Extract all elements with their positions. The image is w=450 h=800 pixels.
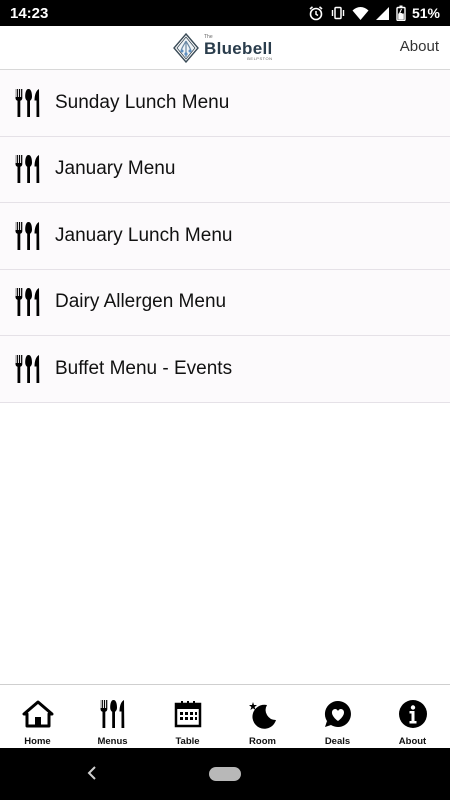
nav-label: About xyxy=(398,736,427,747)
menu-item-label: Dairy Allergen Menu xyxy=(55,291,227,313)
cutlery-icon xyxy=(15,288,40,317)
menu-item-label: January Lunch Menu xyxy=(55,224,233,246)
back-icon[interactable] xyxy=(84,764,102,782)
battery-icon xyxy=(396,5,406,21)
about-link[interactable]: About xyxy=(400,38,439,55)
vibrate-icon xyxy=(330,5,346,21)
cutlery-icon xyxy=(15,155,40,184)
nav-room[interactable]: Room xyxy=(225,685,300,748)
nav-label: Home xyxy=(24,736,51,747)
nav-menus[interactable]: Menus xyxy=(75,685,150,748)
heart-icon xyxy=(322,699,354,729)
nav-deals[interactable]: Deals xyxy=(300,685,375,748)
menu-list: Sunday Lunch Menu January Menu January L… xyxy=(0,70,450,403)
moon-star-icon xyxy=(247,699,279,729)
calendar-icon xyxy=(172,699,204,729)
bluebell-logo-mark xyxy=(173,33,199,63)
menu-item-label: Sunday Lunch Menu xyxy=(55,91,230,113)
home-pill-button[interactable] xyxy=(209,767,241,781)
status-time: 14:23 xyxy=(10,4,49,22)
bluebell-logo: The Bluebell BELPSTON xyxy=(173,32,278,64)
status-bar: 14:23 51% xyxy=(0,0,450,26)
bottom-nav: Home Menus Table Room Deals About xyxy=(0,684,450,748)
wifi-icon xyxy=(352,6,369,21)
nav-table[interactable]: Table xyxy=(150,685,225,748)
home-icon xyxy=(22,699,54,729)
cutlery-icon xyxy=(15,88,40,117)
menu-item-label: Buffet Menu - Events xyxy=(55,357,233,379)
nav-label: Deals xyxy=(324,736,351,747)
nav-about[interactable]: About xyxy=(375,685,450,748)
nav-label: Table xyxy=(175,736,200,747)
status-icons: 51% xyxy=(308,5,440,21)
logo-name: Bluebell xyxy=(204,39,273,58)
logo-sub: BELPSTON xyxy=(247,56,273,61)
cutlery-icon xyxy=(15,354,40,383)
menu-item-january-lunch[interactable]: January Lunch Menu xyxy=(0,203,450,270)
menu-item-dairy-allergen[interactable]: Dairy Allergen Menu xyxy=(0,269,450,336)
nav-label: Room xyxy=(249,736,276,747)
battery-percent: 51% xyxy=(411,5,440,21)
alarm-icon xyxy=(308,5,324,21)
app-header: The Bluebell BELPSTON About xyxy=(0,26,450,70)
signal-icon xyxy=(375,6,390,21)
nav-home[interactable]: Home xyxy=(0,685,75,748)
cutlery-icon xyxy=(15,221,40,250)
menu-item-label: January Menu xyxy=(55,158,176,180)
menu-item-sunday-lunch[interactable]: Sunday Lunch Menu xyxy=(0,70,450,137)
menu-item-buffet-events[interactable]: Buffet Menu - Events xyxy=(0,336,450,403)
nav-label: Menus xyxy=(97,736,128,747)
menu-item-january[interactable]: January Menu xyxy=(0,136,450,203)
cutlery-icon xyxy=(97,699,129,729)
info-icon xyxy=(397,699,429,729)
